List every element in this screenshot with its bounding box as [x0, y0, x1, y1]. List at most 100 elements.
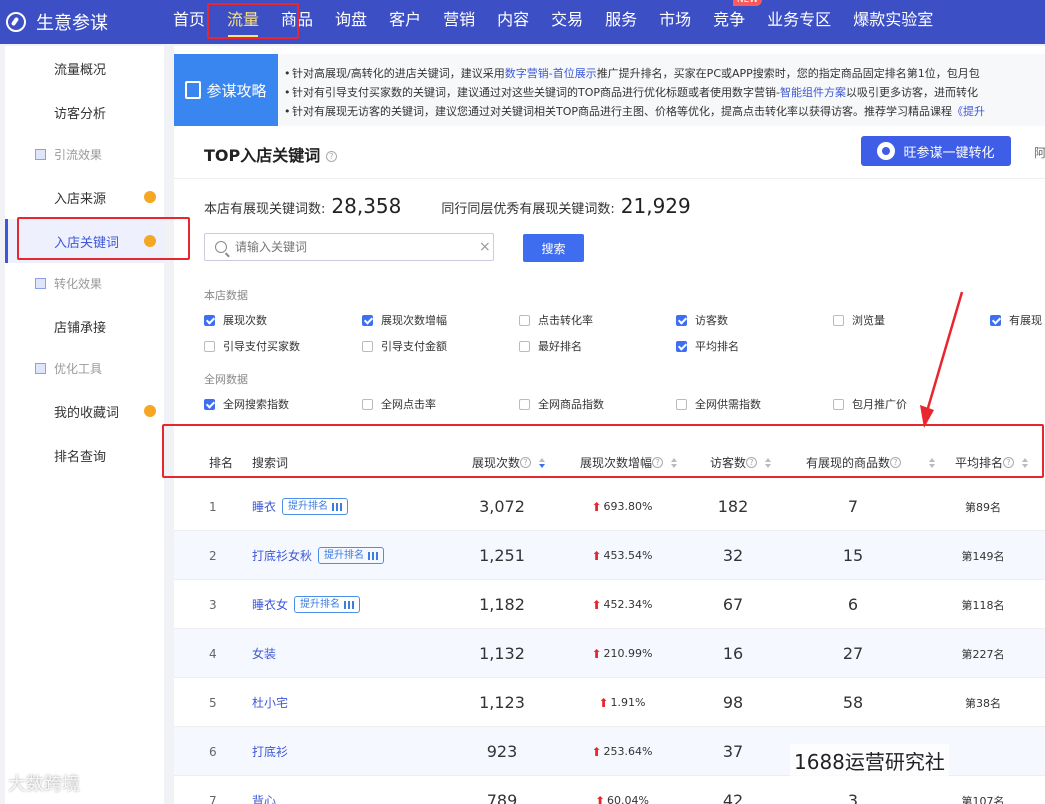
checkbox-icon[interactable] [833, 314, 844, 326]
keyword-link[interactable]: 睡衣女 [252, 596, 288, 613]
filter-checkbox[interactable]: 包月推广价 [833, 396, 907, 412]
checkbox-icon[interactable] [204, 398, 215, 410]
nav-item-8[interactable]: 服务 [594, 0, 648, 44]
app-logo[interactable]: 生意参谋 [0, 9, 162, 35]
filter-checkbox[interactable]: 引导支付金额 [362, 338, 447, 354]
checkbox-icon[interactable] [204, 340, 215, 352]
filter-checkbox[interactable]: 展现次数 [204, 312, 267, 328]
keyword-link[interactable]: 杜小宅 [252, 694, 288, 711]
col-visitors[interactable]: 访客数? [710, 454, 772, 471]
help-icon[interactable]: ? [890, 457, 902, 468]
search-button[interactable]: 搜索 [523, 234, 584, 262]
keyword-search-box[interactable]: × [204, 233, 494, 261]
tip-link-first-display[interactable]: 数字营销-首位展示 [505, 67, 597, 80]
col-products[interactable]: 有展现的商品数? [806, 454, 936, 471]
keyword-link[interactable]: 打底衫女秋 [252, 547, 312, 564]
keyword-link[interactable]: 打底衫 [252, 743, 288, 760]
filter-checkbox[interactable]: 平均排名 [676, 338, 739, 354]
nav-item-1[interactable]: 流量 [216, 0, 270, 44]
keyword-link[interactable]: 背心 [252, 792, 276, 804]
filter-checkbox[interactable]: 浏览量 [833, 312, 885, 328]
filter-checkbox[interactable]: 全网商品指数 [519, 396, 604, 412]
boost-rank-button[interactable]: 提升排名 [318, 547, 385, 564]
avg-rank-value: 第38名 [965, 696, 1001, 710]
sidebar-group: 引流效果 [5, 139, 164, 169]
keyword-search-input[interactable] [235, 240, 475, 254]
col-impressions[interactable]: 展现次数? [472, 454, 546, 471]
nav-item-6[interactable]: 内容 [486, 0, 540, 44]
nav-item-0[interactable]: 首页 [162, 0, 216, 44]
keyword-link-cell: 睡衣 提升排名 [252, 482, 349, 531]
sidebar-item-9[interactable]: 排名查询 [5, 433, 164, 477]
filter-label: 点击转化率 [538, 314, 593, 327]
nav-item-12[interactable]: 爆款实验室 [842, 0, 944, 44]
clear-icon[interactable]: × [479, 239, 491, 255]
sidebar-item-1[interactable]: 访客分析 [5, 90, 164, 134]
checkbox-icon[interactable] [362, 314, 373, 326]
filter-checkbox[interactable]: 全网搜索指数 [204, 396, 289, 412]
help-icon[interactable]: ? [325, 151, 337, 162]
filter-checkbox[interactable]: 点击转化率 [519, 312, 593, 328]
sidebar-group-label: 优化工具 [54, 361, 103, 376]
nav-item-2[interactable]: 商品 [270, 0, 324, 44]
checkbox-icon[interactable] [676, 314, 687, 326]
one-click-convert-button[interactable]: 旺参谋一键转化 [861, 136, 1011, 166]
nav-item-9[interactable]: 市场 [648, 0, 702, 44]
tip-link-smart-component[interactable]: 智能组件方案 [780, 86, 846, 99]
sort-icon[interactable] [539, 457, 546, 468]
keyword-link[interactable]: 睡衣 [252, 498, 276, 515]
help-icon[interactable]: ? [520, 457, 532, 468]
boost-rank-button[interactable]: 提升排名 [282, 498, 349, 515]
sort-icon[interactable] [671, 457, 678, 468]
nav-item-11[interactable]: 业务专区 [756, 0, 842, 44]
filter-checkbox[interactable]: 全网点击率 [362, 396, 436, 412]
col-products-label: 有展现的商品数 [806, 456, 891, 470]
filter-checkbox[interactable]: 最好排名 [519, 338, 582, 354]
tip-link-course[interactable]: 《提升 [952, 105, 985, 118]
checkbox-icon[interactable] [362, 398, 373, 410]
checkbox-icon[interactable] [204, 314, 215, 326]
keyword-link[interactable]: 女装 [252, 645, 276, 662]
filter-checkbox[interactable]: 展现次数增幅 [362, 312, 447, 328]
sidebar-item-4[interactable]: 入店关键词 [5, 219, 164, 263]
nav-item-4[interactable]: 客户 [378, 0, 432, 44]
checkbox-icon[interactable] [676, 340, 687, 352]
filter-checkbox[interactable]: 访客数 [676, 312, 728, 328]
tip-text: 针对有引导支付买家数的关键词，建议通过对这些关键词的TOP商品进行优化标题或者使… [292, 86, 780, 99]
nav-item-7[interactable]: 交易 [540, 0, 594, 44]
rank-value: 3 [209, 597, 217, 612]
sort-icon[interactable] [1022, 457, 1029, 468]
wang-icon [877, 142, 896, 160]
filter-checkbox[interactable]: 有展现 [990, 312, 1042, 328]
checkbox-icon[interactable] [519, 314, 530, 326]
help-icon[interactable]: ? [652, 457, 664, 468]
truncated-link[interactable]: 阿 [1034, 144, 1045, 161]
checkbox-icon[interactable] [519, 398, 530, 410]
sidebar-item-0[interactable]: 流量概况 [5, 46, 164, 90]
checkbox-icon[interactable] [676, 398, 687, 410]
sort-icon[interactable] [765, 457, 772, 468]
impressions-value-cell: 3,072 [452, 482, 552, 531]
checkbox-icon[interactable] [833, 398, 844, 410]
boost-rank-button[interactable]: 提升排名 [294, 596, 361, 613]
sidebar-item-label: 我的收藏词 [54, 405, 120, 421]
nav-item-3[interactable]: 询盘 [324, 0, 378, 44]
nav-item-5[interactable]: 营销 [432, 0, 486, 44]
filter-checkbox[interactable]: 引导支付买家数 [204, 338, 300, 354]
sidebar-item-6[interactable]: 店铺承接 [5, 304, 164, 348]
filter-checkbox[interactable]: 全网供需指数 [676, 396, 761, 412]
sidebar-item-8[interactable]: 我的收藏词 [5, 389, 164, 433]
sidebar-item-3[interactable]: 入店来源 [5, 175, 164, 219]
rank-value: 5 [209, 695, 217, 710]
help-icon[interactable]: ? [1003, 457, 1015, 468]
checkbox-icon[interactable] [519, 340, 530, 352]
help-icon[interactable]: ? [746, 457, 758, 468]
divider [174, 178, 1045, 179]
col-growth[interactable]: 展现次数增幅? [580, 454, 678, 471]
nav-item-10[interactable]: 竞争 NEW [702, 0, 763, 44]
checkbox-icon[interactable] [362, 340, 373, 352]
checkbox-icon[interactable] [990, 314, 1001, 326]
col-avg-rank[interactable]: 平均排名? [955, 454, 1029, 471]
sort-icon[interactable] [929, 457, 936, 468]
up-arrow-icon: ⬆ [591, 744, 602, 759]
